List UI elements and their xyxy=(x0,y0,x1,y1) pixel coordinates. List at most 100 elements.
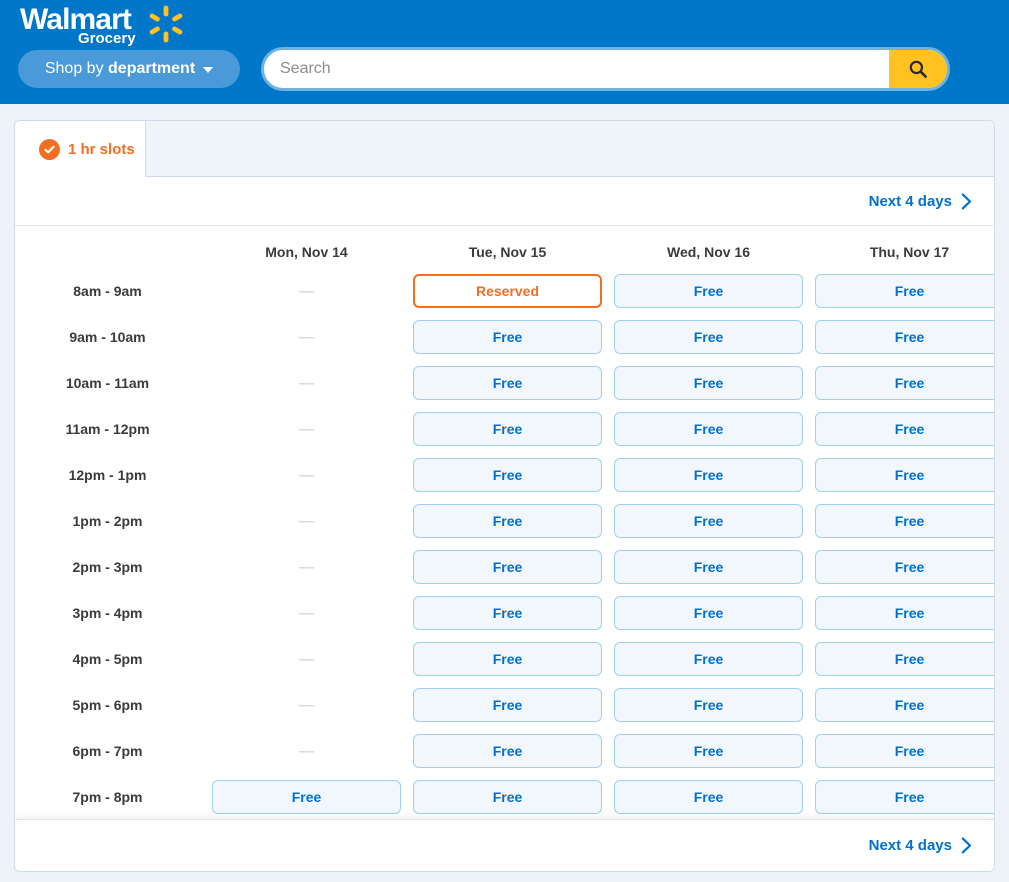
slot-free-button[interactable]: Free xyxy=(815,734,994,768)
slot-cell: Free xyxy=(614,366,803,400)
next-4-days-link-top[interactable]: Next 4 days xyxy=(869,193,972,210)
slot-unavailable: — xyxy=(299,696,314,714)
slot-cell: Free xyxy=(815,320,994,354)
slot-cell: Free xyxy=(614,734,803,768)
slot-free-button[interactable]: Free xyxy=(413,688,602,722)
time-label: 2pm - 3pm xyxy=(72,559,143,575)
search-icon xyxy=(909,60,927,78)
slot-cell: Free xyxy=(815,550,994,584)
slot-cell: — xyxy=(212,412,401,446)
day-header-thu: Thu, Nov 17 xyxy=(869,244,950,260)
slot-row: 11am - 12pm — Free Free Free xyxy=(15,406,994,452)
slot-free-button[interactable]: Free xyxy=(614,458,803,492)
slot-cell: Free xyxy=(413,734,602,768)
slot-free-button[interactable]: Free xyxy=(413,504,602,538)
time-label: 10am - 11am xyxy=(65,375,150,391)
slot-free-button[interactable]: Free xyxy=(815,780,994,814)
slot-free-button[interactable]: Free xyxy=(614,366,803,400)
slot-free-button[interactable]: Free xyxy=(614,320,803,354)
slot-cell: Free xyxy=(815,780,994,814)
slot-free-button[interactable]: Free xyxy=(413,596,602,630)
slot-cell: — xyxy=(212,274,401,308)
slot-cell: — xyxy=(212,550,401,584)
slot-row: 10am - 11am — Free Free Free xyxy=(15,360,994,406)
slot-cell: Free xyxy=(413,366,602,400)
walmart-grocery-logo[interactable]: Walmart Grocery xyxy=(20,4,195,48)
slot-free-button[interactable]: Free xyxy=(413,320,602,354)
slot-unavailable: — xyxy=(299,650,314,668)
slot-cell: Free xyxy=(413,504,602,538)
shop-by-department-label: Shop by department xyxy=(44,60,196,77)
slot-free-button[interactable]: Free xyxy=(815,596,994,630)
slot-free-button[interactable]: Free xyxy=(815,504,994,538)
slot-row: 1pm - 2pm — Free Free Free xyxy=(15,498,994,544)
slot-cell: Free xyxy=(815,366,994,400)
slot-row: 8am - 9am — Reserved Free Free xyxy=(15,268,994,314)
slot-free-button[interactable]: Free xyxy=(815,274,994,308)
slot-free-button[interactable]: Free xyxy=(413,412,602,446)
slot-unavailable: — xyxy=(299,604,314,622)
slot-unavailable: — xyxy=(299,466,314,484)
tab-1-hr-slots[interactable]: 1 hr slots xyxy=(15,121,145,177)
slot-cell: Free xyxy=(815,504,994,538)
slot-free-button[interactable]: Free xyxy=(614,780,803,814)
slot-row: 4pm - 5pm — Free Free Free xyxy=(15,636,994,682)
slot-free-button[interactable]: Free xyxy=(413,642,602,676)
slot-cell: Free xyxy=(614,642,803,676)
chevron-right-icon xyxy=(961,837,972,854)
slot-rows: 8am - 9am — Reserved Free Free 9am - 10am — Fre… xyxy=(15,268,994,820)
slot-row: 2pm - 3pm — Free Free Free xyxy=(15,544,994,590)
site-header: Walmart Grocery Shop by department xyxy=(0,0,1009,104)
search-button[interactable] xyxy=(889,50,947,88)
time-label: 7pm - 8pm xyxy=(72,789,143,805)
slot-free-button[interactable]: Free xyxy=(815,688,994,722)
slot-unavailable: — xyxy=(299,742,314,760)
time-label: 5pm - 6pm xyxy=(72,697,143,713)
slot-free-button[interactable]: Free xyxy=(815,458,994,492)
slot-cell: — xyxy=(212,688,401,722)
slot-free-button[interactable]: Free xyxy=(614,412,803,446)
check-circle-icon xyxy=(39,138,60,160)
slot-free-button[interactable]: Free xyxy=(614,688,803,722)
brand-subtitle: Grocery xyxy=(78,30,136,47)
slot-cell: Free xyxy=(413,320,602,354)
slot-cell: Free xyxy=(413,596,602,630)
search-input[interactable] xyxy=(264,50,889,88)
slot-free-button[interactable]: Free xyxy=(614,274,803,308)
slot-free-button[interactable]: Free xyxy=(614,596,803,630)
slot-unavailable: — xyxy=(299,512,314,530)
time-label: 9am - 10am xyxy=(69,329,146,345)
slot-free-button[interactable]: Free xyxy=(413,780,602,814)
next-4-days-link-bottom[interactable]: Next 4 days xyxy=(869,837,972,854)
slot-free-button[interactable]: Free xyxy=(815,412,994,446)
slot-free-button[interactable]: Free xyxy=(212,780,401,814)
slot-row: 3pm - 4pm — Free Free Free xyxy=(15,590,994,636)
slot-cell: Free xyxy=(413,780,602,814)
slot-free-button[interactable]: Free xyxy=(614,734,803,768)
slot-cell: — xyxy=(212,734,401,768)
slot-free-button[interactable]: Free xyxy=(614,550,803,584)
slot-cell: Free xyxy=(815,734,994,768)
slot-free-button[interactable]: Free xyxy=(815,366,994,400)
slot-free-button[interactable]: Free xyxy=(413,550,602,584)
shop-by-department-button[interactable]: Shop by department xyxy=(18,50,240,88)
slot-free-button[interactable]: Free xyxy=(815,320,994,354)
slot-cell: — xyxy=(212,596,401,630)
time-label: 11am - 12pm xyxy=(65,421,150,437)
slot-free-button[interactable]: Free xyxy=(815,550,994,584)
slot-cell: Free xyxy=(815,642,994,676)
tab-strip-filler xyxy=(145,121,994,177)
chevron-right-icon xyxy=(961,193,972,209)
slot-free-button[interactable]: Free xyxy=(413,458,602,492)
day-header-mon: Mon, Nov 14 xyxy=(265,244,348,260)
slot-free-button[interactable]: Free xyxy=(413,366,602,400)
slot-free-button[interactable]: Free xyxy=(815,642,994,676)
slot-free-button[interactable]: Free xyxy=(614,504,803,538)
slot-unavailable: — xyxy=(299,282,314,300)
search-bar xyxy=(261,47,950,91)
time-label: 3pm - 4pm xyxy=(72,605,143,621)
slot-reserved-button[interactable]: Reserved xyxy=(413,274,602,308)
slot-cell: Free xyxy=(815,274,994,308)
slot-free-button[interactable]: Free xyxy=(413,734,602,768)
slot-free-button[interactable]: Free xyxy=(614,642,803,676)
